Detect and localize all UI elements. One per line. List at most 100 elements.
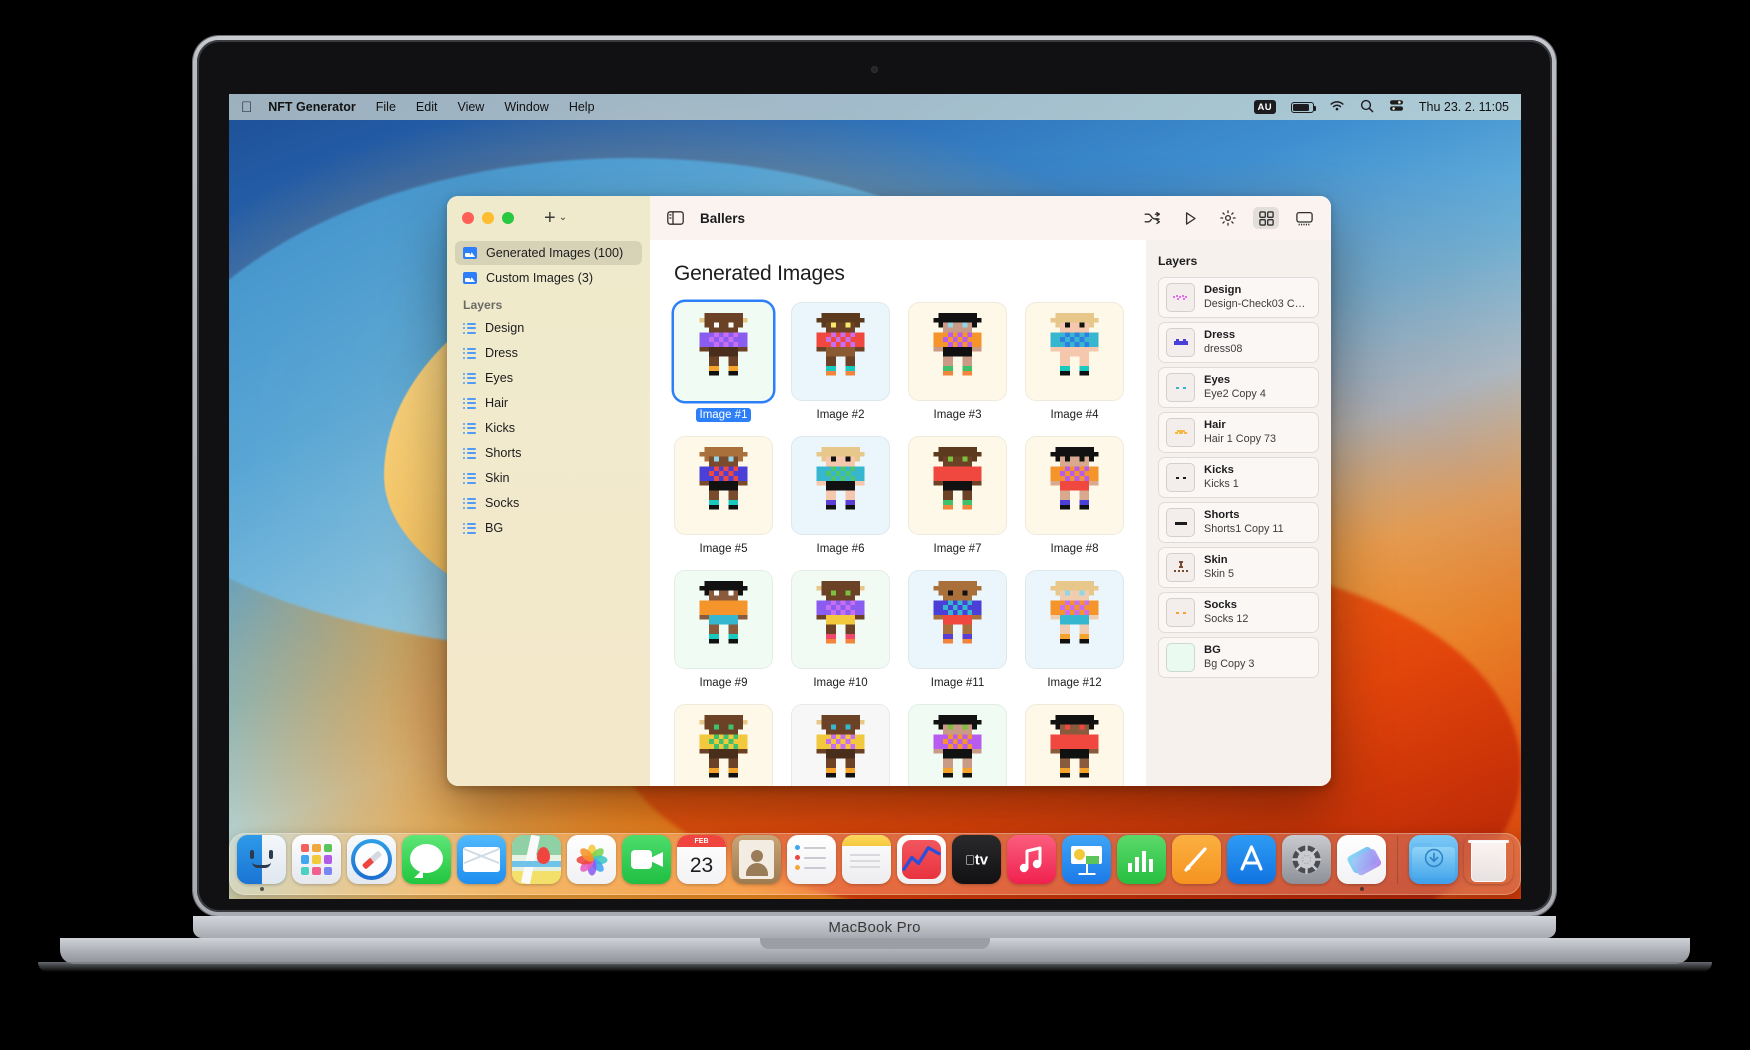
image-thumbnail[interactable]	[791, 704, 890, 786]
sidebar-item-kicks[interactable]: Kicks	[455, 416, 642, 440]
menu-item-view[interactable]: View	[457, 100, 484, 114]
chevron-down-icon[interactable]: ⌄	[559, 213, 567, 223]
image-cell[interactable]: Image #2	[791, 302, 890, 422]
dock-item-tv[interactable]: tv	[952, 835, 1001, 891]
image-cell[interactable]: Image #11	[908, 570, 1007, 690]
sidebar-item-custom-images[interactable]: Custom Images (3)	[455, 266, 642, 290]
dock-item-reminders[interactable]	[787, 835, 836, 891]
image-thumbnail[interactable]	[674, 436, 773, 535]
play-icon[interactable]	[1177, 207, 1203, 229]
dock-item-messages[interactable]	[402, 835, 451, 891]
dock-item-calendar[interactable]: FEB 23	[677, 835, 726, 891]
search-icon[interactable]	[1360, 99, 1374, 116]
dock-item-contacts[interactable]	[732, 835, 781, 891]
image-cell[interactable]	[791, 704, 890, 786]
image-cell[interactable]	[1025, 704, 1124, 786]
minimize-button[interactable]	[482, 212, 494, 224]
image-caption[interactable]: Image #11	[927, 676, 989, 690]
image-cell[interactable]: Image #12	[1025, 570, 1124, 690]
image-thumbnail[interactable]	[1025, 436, 1124, 535]
layer-row[interactable]: BG Bg Copy 3	[1158, 637, 1319, 678]
image-thumbnail[interactable]	[1025, 570, 1124, 669]
dock-item-numbers[interactable]	[1117, 835, 1166, 891]
dock-item-nft-generator[interactable]	[1337, 835, 1386, 891]
menu-item-window[interactable]: Window	[504, 100, 548, 114]
add-button[interactable]: +	[544, 208, 556, 228]
sidebar-toggle-icon[interactable]	[662, 207, 688, 229]
dock-item-maps[interactable]	[512, 835, 561, 891]
menu-clock[interactable]: Thu 23. 2. 11:05	[1419, 100, 1509, 114]
image-caption[interactable]: Image #6	[813, 542, 869, 556]
dock-item-keynote[interactable]	[1062, 835, 1111, 891]
sidebar-item-eyes[interactable]: Eyes	[455, 366, 642, 390]
image-thumbnail[interactable]	[908, 704, 1007, 786]
image-thumbnail[interactable]	[908, 302, 1007, 401]
menu-item-edit[interactable]: Edit	[416, 100, 438, 114]
image-caption[interactable]: Image #9	[696, 676, 752, 690]
image-cell[interactable]: Image #4	[1025, 302, 1124, 422]
layer-row[interactable]: Shorts Shorts1 Copy 11	[1158, 502, 1319, 543]
image-cell[interactable]: Image #6	[791, 436, 890, 556]
dock-item-photos[interactable]	[567, 835, 616, 891]
dock-item-stocks[interactable]	[897, 835, 946, 891]
sidebar-item-socks[interactable]: Socks	[455, 491, 642, 515]
image-caption[interactable]: Image #8	[1047, 542, 1103, 556]
dock-item-app-store[interactable]	[1227, 835, 1276, 891]
image-thumbnail[interactable]	[791, 302, 890, 401]
grid-view-icon[interactable]	[1253, 207, 1279, 229]
sidebar-item-generated-images[interactable]: Generated Images (100)	[455, 241, 642, 265]
menu-item-file[interactable]: File	[376, 100, 396, 114]
close-button[interactable]	[462, 212, 474, 224]
image-cell[interactable]: Image #9	[674, 570, 773, 690]
layer-row[interactable]: Socks Socks 12	[1158, 592, 1319, 633]
sidebar-item-design[interactable]: Design	[455, 316, 642, 340]
zoom-button[interactable]	[502, 212, 514, 224]
layer-row[interactable]: Kicks Kicks 1	[1158, 457, 1319, 498]
menu-app-name[interactable]: NFT Generator	[268, 100, 356, 114]
image-caption[interactable]: Image #10	[809, 676, 871, 690]
dock-item-notes[interactable]	[842, 835, 891, 891]
control-center-icon[interactable]	[1389, 99, 1404, 115]
sidebar-item-bg[interactable]: BG	[455, 516, 642, 540]
image-thumbnail[interactable]	[908, 570, 1007, 669]
dock-item-safari[interactable]	[347, 835, 396, 891]
dock-item-finder[interactable]	[237, 835, 286, 891]
sidebar-item-skin[interactable]: Skin	[455, 466, 642, 490]
sidebar-item-hair[interactable]: Hair	[455, 391, 642, 415]
dock-item-launchpad[interactable]	[292, 835, 341, 891]
dock-item-trash[interactable]	[1464, 835, 1513, 891]
shuffle-icon[interactable]	[1139, 207, 1165, 229]
presentation-icon[interactable]	[1291, 207, 1317, 229]
image-thumbnail[interactable]	[1025, 704, 1124, 786]
sidebar-item-dress[interactable]: Dress	[455, 341, 642, 365]
image-thumbnail[interactable]	[791, 436, 890, 535]
input-source-badge[interactable]: AU	[1253, 100, 1276, 114]
image-thumbnail[interactable]	[674, 704, 773, 786]
image-caption[interactable]: Image #5	[696, 542, 752, 556]
image-cell[interactable]	[674, 704, 773, 786]
image-caption[interactable]: Image #12	[1043, 676, 1105, 690]
menu-item-help[interactable]: Help	[569, 100, 595, 114]
image-thumbnail[interactable]	[908, 436, 1007, 535]
image-cell[interactable]: Image #7	[908, 436, 1007, 556]
battery-icon[interactable]	[1290, 101, 1317, 113]
image-cell[interactable]: Image #1	[674, 302, 773, 422]
image-caption[interactable]: Image #1	[695, 408, 752, 422]
image-thumbnail[interactable]	[791, 570, 890, 669]
sidebar-item-shorts[interactable]: Shorts	[455, 441, 642, 465]
apple-logo-icon[interactable]: 	[241, 100, 252, 115]
image-cell[interactable]: Image #3	[908, 302, 1007, 422]
image-caption[interactable]: Image #4	[1047, 408, 1103, 422]
dock-item-facetime[interactable]	[622, 835, 671, 891]
dock-item-system-settings[interactable]	[1282, 835, 1331, 891]
layer-row[interactable]: Dress dress08	[1158, 322, 1319, 363]
layer-row[interactable]: Design Design-Check03 C…	[1158, 277, 1319, 318]
image-thumbnail[interactable]	[674, 302, 773, 401]
image-cell[interactable]	[908, 704, 1007, 786]
layer-row[interactable]: Eyes Eye2 Copy 4	[1158, 367, 1319, 408]
image-caption[interactable]: Image #7	[930, 542, 986, 556]
image-cell[interactable]: Image #5	[674, 436, 773, 556]
layer-row[interactable]: Hair Hair 1 Copy 73	[1158, 412, 1319, 453]
image-cell[interactable]: Image #10	[791, 570, 890, 690]
image-thumbnail[interactable]	[674, 570, 773, 669]
